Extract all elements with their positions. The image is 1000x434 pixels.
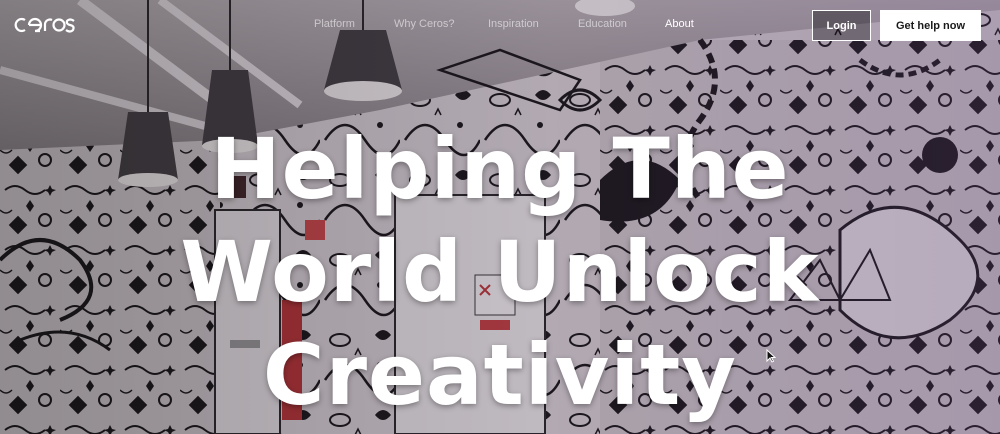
hero-section: Platform Why Ceros? Inspiration Educatio… xyxy=(0,0,1000,434)
nav-link-inspiration[interactable]: Inspiration xyxy=(488,18,539,30)
mouse-pointer-icon xyxy=(766,348,777,363)
nav-link-about[interactable]: About xyxy=(665,18,694,30)
nav-link-why-ceros[interactable]: Why Ceros? xyxy=(394,18,455,30)
hero-headline: Helping The World Unlock Creativity xyxy=(0,118,1000,427)
nav-link-platform[interactable]: Platform xyxy=(314,18,355,30)
headline-line-2: World Unlock xyxy=(180,223,820,321)
top-navigation: Platform Why Ceros? Inspiration Educatio… xyxy=(0,0,1000,52)
headline-line-1: Helping The xyxy=(210,120,790,218)
headline-line-3: Creativity xyxy=(262,326,738,424)
nav-link-education[interactable]: Education xyxy=(578,18,627,30)
get-help-now-button[interactable]: Get help now xyxy=(880,10,981,41)
ceros-logo[interactable] xyxy=(14,14,76,36)
ceros-logo-icon xyxy=(14,17,75,33)
login-button[interactable]: Login xyxy=(812,10,871,41)
